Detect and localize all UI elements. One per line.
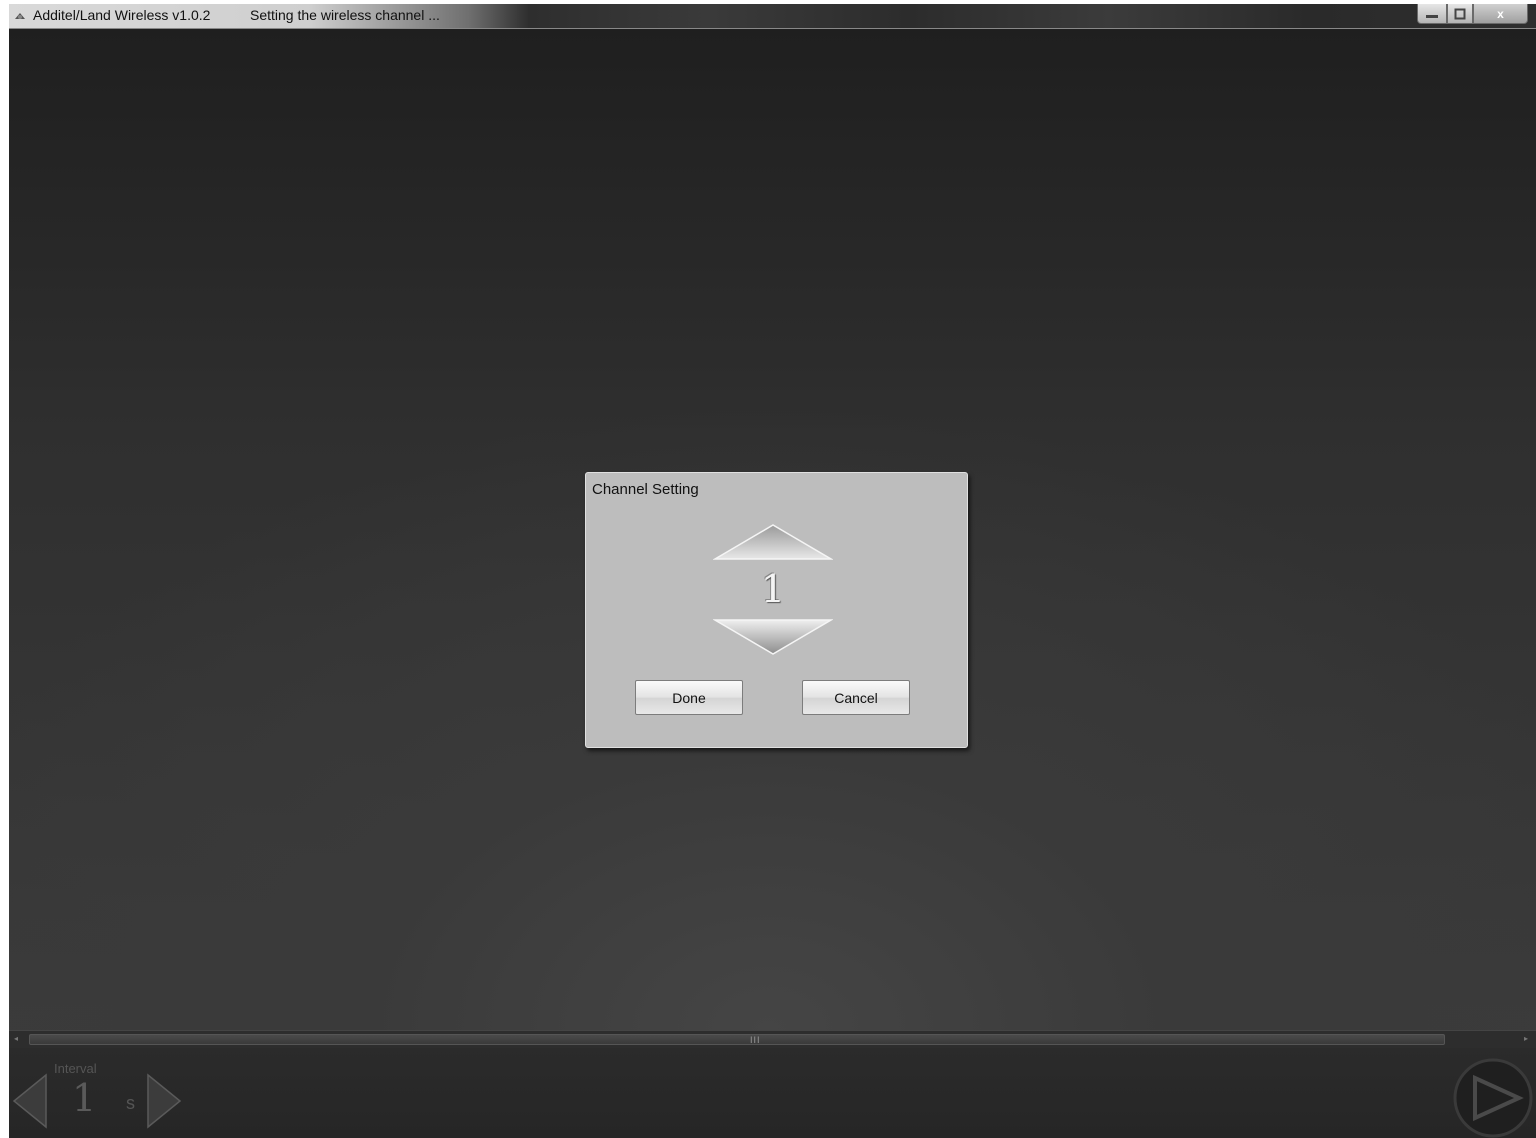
close-icon: x: [1497, 6, 1504, 21]
main-content-area: Channel Setting 1 Done Cancel: [9, 29, 1536, 1030]
interval-value: 1: [72, 1076, 97, 1120]
dialog-title: Channel Setting: [592, 481, 699, 498]
triangle-left-icon: [12, 1073, 47, 1129]
interval-increase-button[interactable]: [146, 1073, 182, 1129]
done-button-label: Done: [672, 689, 706, 706]
channel-up-button[interactable]: [713, 523, 833, 561]
app-title: Additel/Land Wireless v1.0.2: [33, 7, 211, 23]
done-button[interactable]: Done: [635, 680, 743, 715]
app-window: Additel/Land Wireless v1.0.2 Setting the…: [9, 4, 1536, 1138]
scroll-left-icon[interactable]: ◂: [14, 1034, 18, 1043]
maximize-icon: [1454, 8, 1466, 19]
triangle-right-icon: [147, 1073, 182, 1129]
horizontal-scrollbar[interactable]: ◂ III ▸: [9, 1030, 1536, 1048]
scrollbar-grip-icon: III: [750, 1035, 761, 1045]
minimize-button[interactable]: [1417, 4, 1447, 24]
close-button[interactable]: x: [1473, 4, 1528, 24]
title-bar[interactable]: Additel/Land Wireless v1.0.2 Setting the…: [9, 4, 1536, 29]
cancel-button-label: Cancel: [834, 689, 878, 706]
cancel-button[interactable]: Cancel: [802, 680, 910, 715]
channel-setting-dialog: Channel Setting 1 Done Cancel: [585, 472, 968, 748]
channel-down-button[interactable]: [713, 618, 833, 656]
scrollbar-thumb[interactable]: III: [29, 1034, 1445, 1045]
app-icon: [15, 13, 25, 19]
start-button[interactable]: [1453, 1058, 1533, 1138]
interval-label: Interval: [54, 1061, 97, 1076]
triangle-down-icon: [713, 619, 833, 655]
channel-value: 1: [760, 567, 786, 611]
maximize-button[interactable]: [1447, 4, 1473, 24]
minimize-icon: [1426, 14, 1438, 18]
bottom-toolbar: Interval 1 s: [9, 1048, 1536, 1138]
interval-decrease-button[interactable]: [12, 1073, 48, 1129]
triangle-up-icon: [713, 524, 833, 560]
scroll-right-icon[interactable]: ▸: [1524, 1034, 1528, 1043]
interval-unit: s: [126, 1093, 135, 1113]
window-subtitle: Setting the wireless channel ...: [250, 7, 440, 23]
